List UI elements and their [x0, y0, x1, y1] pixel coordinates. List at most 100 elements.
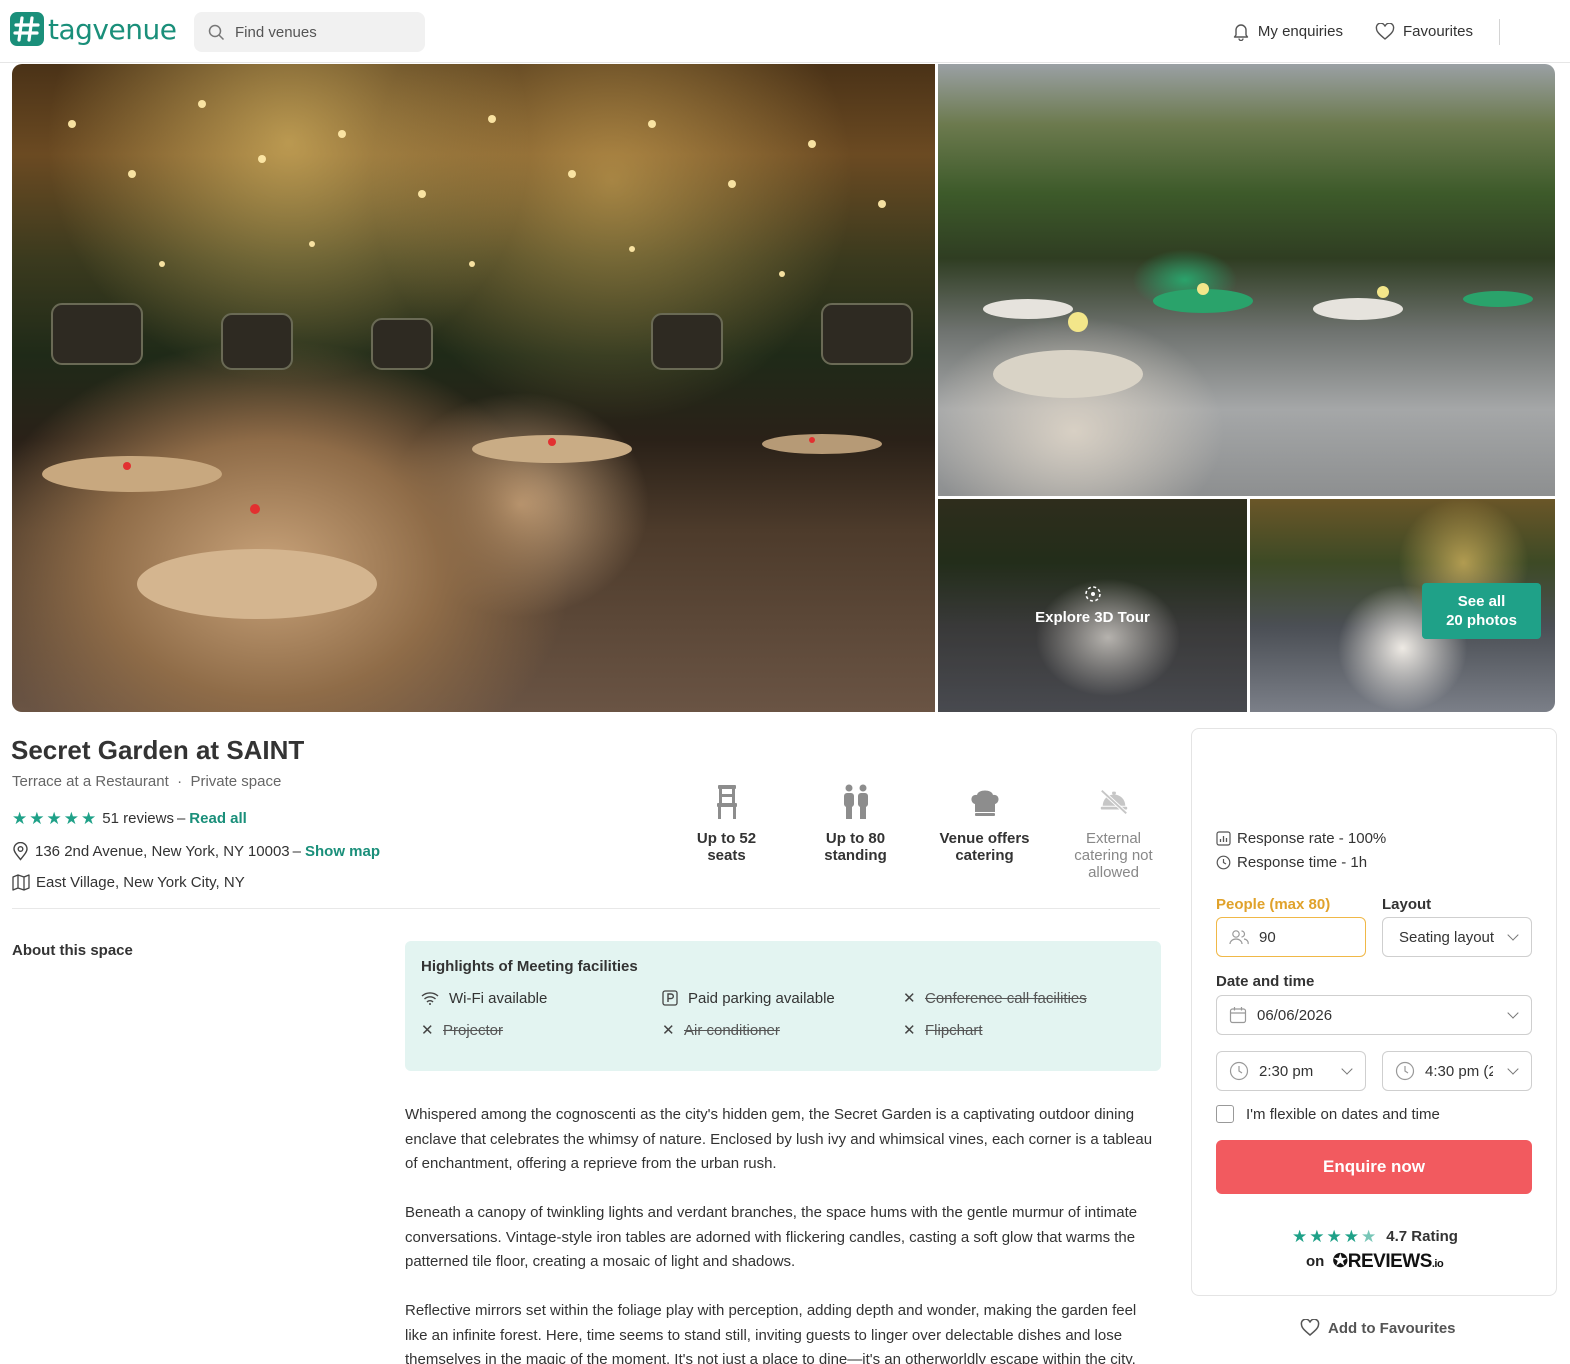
date-select[interactable]: 06/06/2026 — [1216, 995, 1532, 1035]
add-to-favourites-button[interactable]: Add to Favourites — [1300, 1319, 1456, 1337]
chef-hat-icon — [970, 790, 999, 816]
feature-catering-line2: catering — [955, 847, 1014, 864]
chevron-down-icon — [1507, 1007, 1519, 1019]
start-time-select[interactable]: 2:30 pm — [1216, 1051, 1366, 1091]
flexible-dates-option[interactable]: I'm flexible on dates and time — [1216, 1105, 1440, 1123]
search-placeholder: Find venues — [235, 23, 317, 41]
explore-3d-tour-button[interactable]: Explore 3D Tour — [938, 499, 1247, 712]
3d-tour-icon — [1084, 586, 1101, 602]
feature-external-line2: catering not — [1074, 847, 1153, 864]
half-star-icon: ★ — [1361, 1227, 1377, 1246]
highlight-parking: Paid parking available — [662, 989, 903, 1007]
clock-icon — [1229, 1061, 1249, 1081]
see-all-photos-button[interactable]: See all 20 photos — [1422, 583, 1541, 639]
feature-seats-line1: Up to 52 — [696, 830, 757, 847]
main-photo-lights — [42, 100, 913, 619]
tagvenue-logo[interactable]: tagvenue — [10, 12, 177, 46]
people-label: People (max 80) — [1216, 896, 1331, 913]
read-all-reviews-link[interactable]: Read all — [189, 810, 247, 827]
show-map-link[interactable]: Show map — [305, 843, 380, 860]
my-enquiries-label: My enquiries — [1257, 23, 1343, 40]
bell-icon — [1233, 24, 1249, 41]
highlight-conference: ✕ Conference call facilities — [903, 989, 1144, 1008]
people-value: 90 — [1259, 928, 1276, 946]
end-time-value: 4:30 pm (2 — [1425, 1062, 1493, 1080]
heart-icon — [1375, 22, 1395, 40]
header-divider — [1499, 18, 1500, 45]
x-icon: ✕ — [903, 1022, 916, 1039]
venue-photo-3[interactable]: Explore 3D Tour — [938, 499, 1247, 712]
reviews-summary: ★ ★ ★ ★ ★ 51 reviews – Read all — [12, 810, 247, 827]
wifi-icon — [421, 992, 439, 1005]
calendar-icon — [1229, 1007, 1247, 1024]
venue-title: Secret Garden at SAINT — [11, 735, 305, 765]
favourites-link[interactable]: Favourites — [1375, 22, 1473, 41]
star-icon: ★ — [1292, 1227, 1308, 1246]
highlight-projector: ✕ Projector — [421, 1021, 662, 1040]
rating-text: 4.7 Rating — [1386, 1228, 1458, 1245]
chair-icon — [716, 785, 737, 819]
x-icon: ✕ — [662, 1022, 675, 1039]
photo-2-tables — [983, 283, 1533, 398]
logo-text: tagvenue — [48, 12, 177, 46]
feature-external-catering: External catering not allowed — [1049, 782, 1178, 881]
highlight-wifi: Wi-Fi available — [421, 989, 662, 1007]
highlight-aircon-label: Air conditioner — [684, 1021, 780, 1039]
reviews-io-brand[interactable]: on ✪REVIEWS.io — [1306, 1250, 1444, 1273]
venue-photo-2[interactable] — [938, 64, 1555, 496]
venue-main-photo[interactable] — [12, 64, 935, 712]
response-time-text: Response time - 1h — [1237, 854, 1368, 871]
chevron-down-icon — [1507, 929, 1519, 941]
reviews-star-icon: ✪ — [1332, 1251, 1348, 1272]
my-enquiries-link[interactable]: My enquiries — [1232, 22, 1343, 41]
add-favourites-label: Add to Favourites — [1328, 1319, 1456, 1337]
address-separator: – — [292, 843, 301, 860]
highlight-flipchart-label: Flipchart — [925, 1021, 983, 1039]
feature-standing-line2: standing — [824, 847, 887, 864]
reviews-count: 51 reviews — [102, 810, 174, 827]
response-rate: Response rate - 100% — [1216, 830, 1386, 847]
response-time: Response time - 1h — [1216, 854, 1367, 871]
flexible-checkbox[interactable] — [1216, 1105, 1234, 1123]
highlight-conference-label: Conference call facilities — [925, 989, 1087, 1007]
section-divider — [12, 908, 1160, 909]
description-paragraph-2: Beneath a canopy of twinkling lights and… — [405, 1204, 1138, 1270]
layout-value: Seating layout — [1399, 928, 1495, 946]
venue-subtitle: Terrace at a Restaurant · Private space — [12, 773, 281, 790]
feature-catering-line1: Venue offers — [939, 830, 1030, 847]
star-icon: ★ — [1326, 1227, 1342, 1246]
chevron-down-icon — [1341, 1063, 1353, 1075]
highlight-parking-label: Paid parking available — [688, 989, 835, 1007]
top-header: tagvenue Find venues My enquiries Favour… — [0, 0, 1570, 63]
date-value: 06/06/2026 — [1257, 1006, 1333, 1024]
star-icon: ★ — [1309, 1227, 1325, 1246]
response-rate-text: Response rate - 100% — [1237, 830, 1387, 847]
rating-stars: ★ ★ ★ ★ ★ — [12, 810, 96, 827]
star-icon: ★ — [1343, 1227, 1359, 1246]
x-icon: ✕ — [421, 1022, 434, 1039]
map-icon — [12, 874, 30, 891]
venue-description: Whispered among the cognoscenti as the c… — [405, 1103, 1161, 1364]
parking-icon — [662, 990, 678, 1006]
map-pin-icon — [13, 842, 28, 861]
layout-label: Layout — [1382, 896, 1432, 913]
star-icon: ★ — [46, 809, 62, 828]
description-paragraph-3: Reflective mirrors set within the foliag… — [405, 1302, 1137, 1364]
favourites-label: Favourites — [1402, 23, 1473, 40]
venue-photo-4[interactable]: See all 20 photos — [1250, 499, 1555, 712]
layout-select[interactable]: Seating layout — [1382, 917, 1532, 957]
venue-address: 136 2nd Avenue, New York, NY 10003 – Sho… — [12, 842, 380, 861]
people-input[interactable]: 90 — [1216, 917, 1366, 957]
enquire-now-button[interactable]: Enquire now — [1216, 1140, 1532, 1194]
feature-seats-line2: seats — [707, 847, 746, 864]
venue-features: Up to 52 seats Up to 80 standing Venue o… — [662, 782, 1178, 881]
highlight-aircon: ✕ Air conditioner — [662, 1021, 903, 1040]
search-input[interactable]: Find venues — [194, 12, 425, 52]
highlights-title: Highlights of Meeting facilities — [421, 958, 638, 975]
standing-people-icon — [843, 784, 868, 819]
feature-catering: Venue offers catering — [920, 782, 1049, 881]
feature-standing: Up to 80 standing — [791, 782, 920, 881]
end-time-select[interactable]: 4:30 pm (2 — [1382, 1051, 1532, 1091]
venue-type: Terrace at a Restaurant — [12, 773, 169, 790]
x-icon: ✕ — [903, 990, 916, 1007]
